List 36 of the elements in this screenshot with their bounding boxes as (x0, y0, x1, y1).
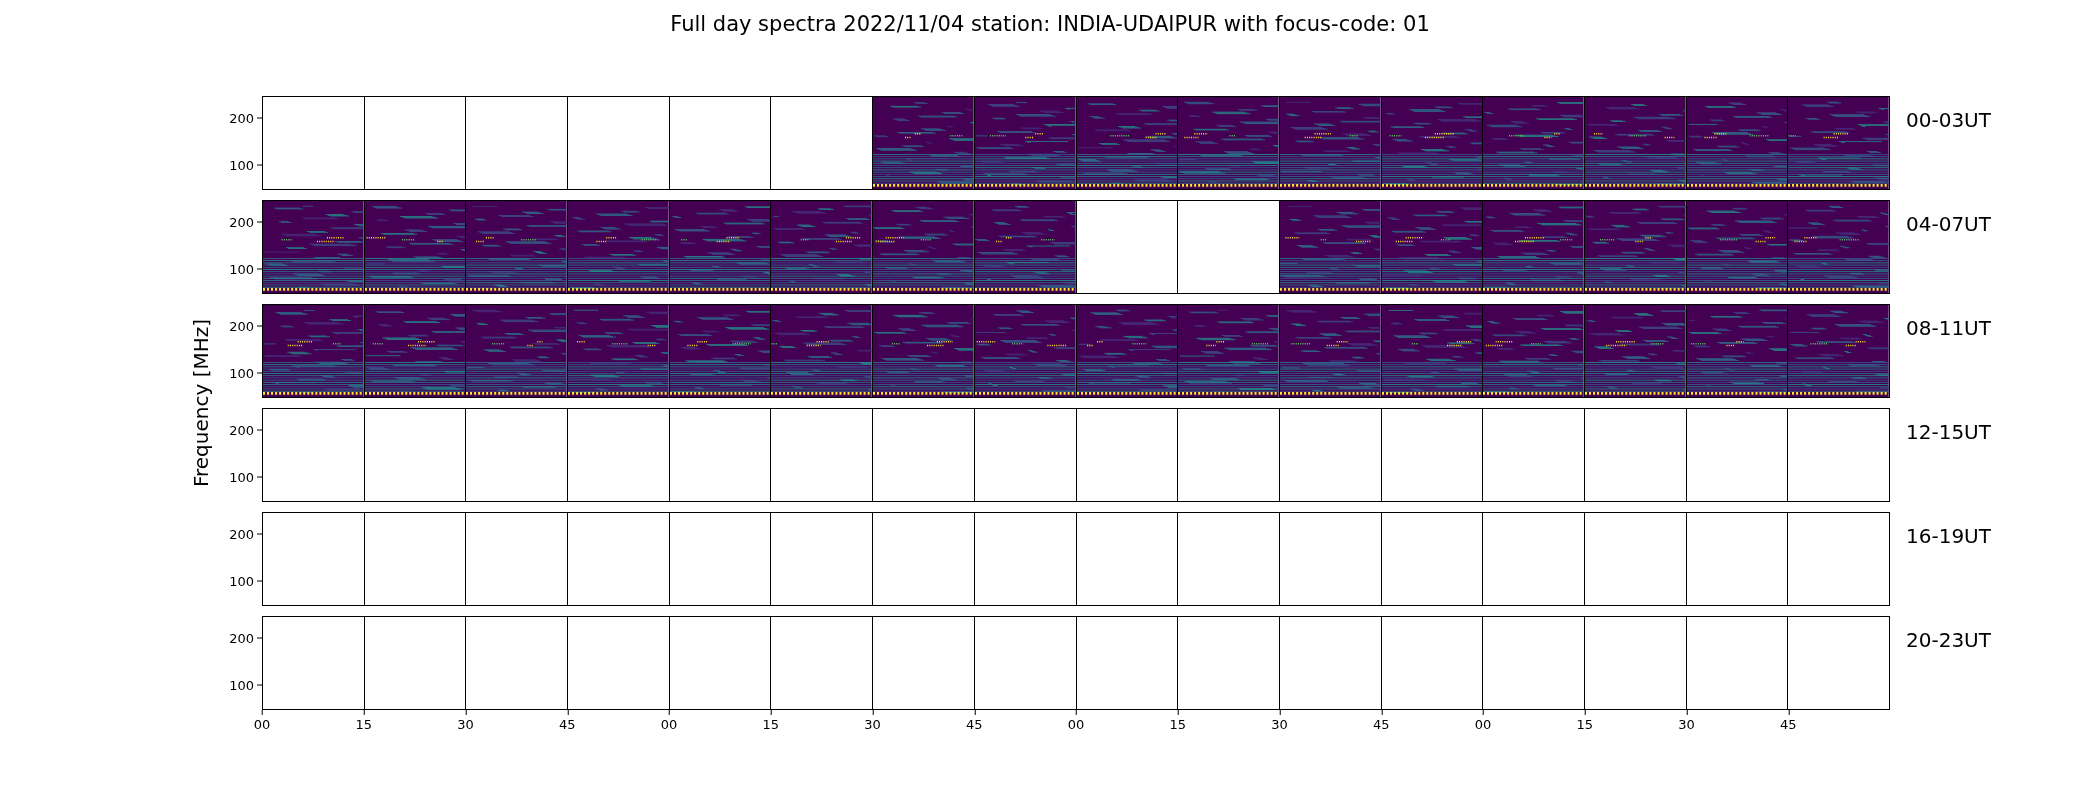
x-tick-label: 15 (1576, 710, 1593, 732)
x-tick-label: 30 (457, 710, 474, 732)
x-tick-label: 00 (660, 710, 678, 732)
y-tick-label: 200 (229, 526, 262, 542)
figure-title: Full day spectra 2022/11/04 station: INDIA-UDAIPUR with focus-code: 01 (670, 12, 1430, 36)
y-tick-label: 100 (229, 677, 262, 693)
x-tick-label: 15 (762, 710, 779, 732)
x-tick-label: 45 (966, 710, 983, 732)
x-tick-label: 15 (355, 710, 372, 732)
y-tick-label: 200 (229, 214, 262, 230)
row-time-label: 04-07UT (1906, 212, 1991, 236)
y-tick-label: 200 (229, 110, 262, 126)
y-tick-label: 100 (229, 157, 262, 173)
y-tick-label: 100 (229, 261, 262, 277)
y-tick-label: 200 (229, 422, 262, 438)
x-tick-label: 30 (1678, 710, 1695, 732)
x-tick-label: 45 (559, 710, 576, 732)
x-tick-label: 00 (1474, 710, 1492, 732)
x-tick-label: 45 (1780, 710, 1797, 732)
y-tick-label: 200 (229, 630, 262, 646)
row-time-label: 20-23UT (1906, 628, 1991, 652)
y-axis-label: Frequency [MHz] (189, 318, 213, 488)
row-time-label: 08-11UT (1906, 316, 1991, 340)
row-time-label: 12-15UT (1906, 420, 1991, 444)
x-tick-label: 45 (1373, 710, 1390, 732)
y-tick-label: 200 (229, 318, 262, 334)
x-tick-label: 00 (1067, 710, 1085, 732)
x-tick-label: 30 (864, 710, 881, 732)
x-tick-label: 00 (253, 710, 271, 732)
y-tick-label: 100 (229, 469, 262, 485)
row-time-label: 00-03UT (1906, 108, 1991, 132)
y-tick-label: 100 (229, 573, 262, 589)
x-tick-label: 15 (1169, 710, 1186, 732)
y-tick-label: 100 (229, 365, 262, 381)
x-tick-label: 30 (1271, 710, 1288, 732)
row-time-label: 16-19UT (1906, 524, 1991, 548)
